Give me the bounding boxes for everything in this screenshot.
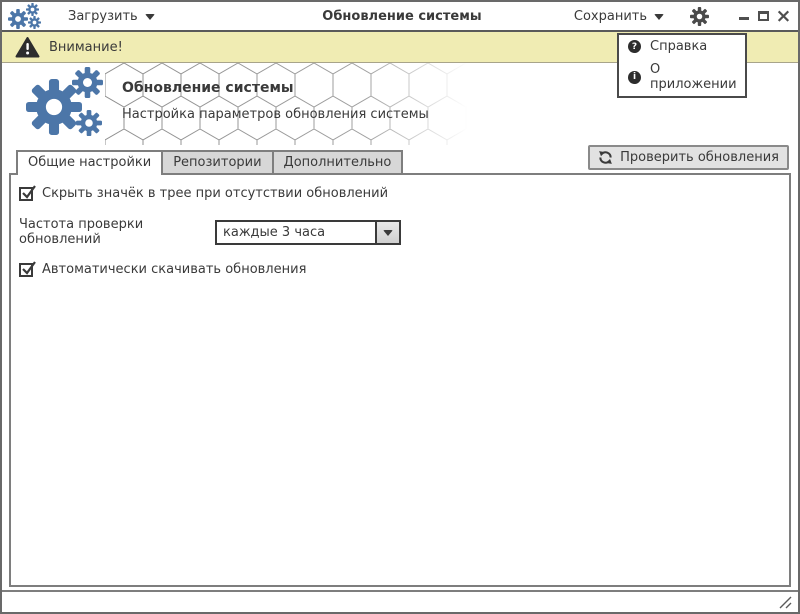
- minimize-button[interactable]: [737, 8, 750, 24]
- save-menu-button[interactable]: Сохранить: [570, 7, 668, 26]
- title-bar: Загрузить Обновление системы Сохранить ×: [2, 2, 798, 32]
- caret-down-icon: [383, 230, 393, 236]
- menu-item-help[interactable]: ? Справка: [619, 35, 745, 58]
- tab-repositories[interactable]: Репозитории: [161, 150, 274, 173]
- caret-down-icon: [654, 14, 664, 20]
- hide-tray-checkbox-row[interactable]: Скрыть значёк в трее при отсутствии обно…: [19, 184, 781, 201]
- frequency-label: Частота проверки обновлений: [19, 217, 144, 247]
- help-circle-icon: ?: [628, 40, 641, 53]
- hide-tray-checkbox[interactable]: [19, 184, 36, 201]
- load-menu-label: Загрузить: [68, 8, 138, 24]
- tab-general-settings[interactable]: Общие настройки: [16, 150, 164, 175]
- page-subtitle: Настройка параметров обновления системы: [122, 107, 429, 122]
- window-controls: ×: [737, 7, 792, 26]
- menu-item-help-label: Справка: [650, 39, 708, 54]
- check-updates-label: Проверить обновления: [620, 150, 779, 165]
- frequency-value: каждые 3 часа: [223, 224, 326, 240]
- auto-download-checkbox-row[interactable]: Автоматически скачивать обновления: [19, 260, 781, 277]
- hexagon-pattern: [105, 63, 467, 145]
- save-menu-label: Сохранить: [573, 8, 647, 24]
- check-updates-button[interactable]: Проверить обновления: [588, 145, 789, 170]
- info-circle-icon: i: [628, 70, 641, 84]
- load-menu-button[interactable]: Загрузить: [64, 7, 159, 26]
- menu-item-about[interactable]: i О приложении: [619, 58, 745, 96]
- auto-download-checkbox[interactable]: [19, 260, 36, 277]
- frequency-dropdown-button[interactable]: [375, 221, 399, 243]
- close-button[interactable]: ×: [776, 7, 792, 26]
- maximize-button[interactable]: [757, 8, 770, 24]
- tab-advanced[interactable]: Дополнительно: [271, 150, 404, 173]
- auto-download-label: Автоматически скачивать обновления: [42, 262, 307, 277]
- app-gears-icon: [8, 2, 48, 30]
- frequency-row: Частота проверки обновлений каждые 3 час…: [19, 217, 781, 247]
- caret-down-icon: [144, 14, 155, 20]
- frequency-select[interactable]: каждые 3 часа: [215, 219, 401, 245]
- page-title: Обновление системы: [122, 80, 294, 96]
- status-bar: [2, 590, 798, 612]
- hide-tray-label: Скрыть значёк в трее при отсутствии обно…: [42, 186, 389, 201]
- refresh-icon: [598, 150, 613, 165]
- menu-item-about-label: О приложении: [650, 62, 737, 92]
- warning-text: Внимание!: [49, 39, 123, 55]
- tab-bar: Общие настройки Репозитории Дополнительн…: [2, 145, 798, 175]
- resize-grip-icon[interactable]: [778, 595, 792, 609]
- warning-triangle-icon: [15, 36, 40, 58]
- window-title: Обновление системы: [322, 8, 482, 24]
- save-dropdown-menu: ? Справка i О приложении: [617, 33, 747, 98]
- gears-icon: [26, 67, 110, 141]
- general-settings-panel: Скрыть значёк в трее при отсутствии обно…: [9, 173, 791, 587]
- settings-gear-icon[interactable]: [690, 6, 709, 26]
